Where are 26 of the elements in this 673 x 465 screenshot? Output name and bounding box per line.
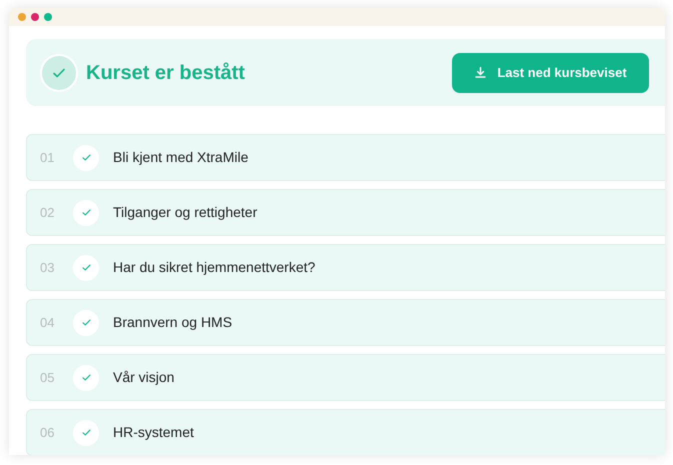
lesson-title: Har du sikret hjemmenettverket? bbox=[113, 258, 316, 277]
check-icon bbox=[80, 427, 92, 438]
lesson-title: Brannvern og HMS bbox=[113, 313, 232, 332]
lesson-title: Bli kjent med XtraMile bbox=[113, 148, 248, 167]
status-title: Kurset er bestått bbox=[86, 60, 245, 86]
download-icon bbox=[474, 66, 488, 79]
check-icon bbox=[80, 152, 92, 163]
check-icon bbox=[80, 262, 92, 273]
lesson-title: Vår visjon bbox=[113, 368, 174, 387]
lesson-number: 05 bbox=[40, 368, 56, 387]
lesson-title: HR-systemet bbox=[113, 423, 194, 442]
lesson-number: 06 bbox=[40, 424, 56, 442]
check-icon bbox=[80, 317, 92, 328]
lesson-number: 04 bbox=[40, 314, 56, 332]
lesson-row[interactable]: 03 Har du sikret hjemmenettverket? bbox=[26, 244, 665, 291]
lesson-row[interactable]: 06 HR-systemet bbox=[26, 409, 665, 455]
lesson-row[interactable]: 04 Brannvern og HMS bbox=[26, 299, 665, 346]
lesson-row[interactable]: 05 Vår visjon bbox=[26, 354, 665, 401]
lesson-number: 03 bbox=[40, 258, 56, 277]
lesson-number: 01 bbox=[40, 148, 56, 167]
lesson-row[interactable]: 01 Bli kjent med XtraMile bbox=[26, 134, 665, 181]
lesson-title: Tilganger og rettigheter bbox=[113, 203, 258, 222]
lesson-row[interactable]: 02 Tilganger og rettigheter bbox=[26, 189, 665, 236]
check-icon bbox=[80, 372, 92, 383]
check-icon bbox=[80, 207, 92, 218]
lesson-number: 02 bbox=[40, 204, 56, 222]
